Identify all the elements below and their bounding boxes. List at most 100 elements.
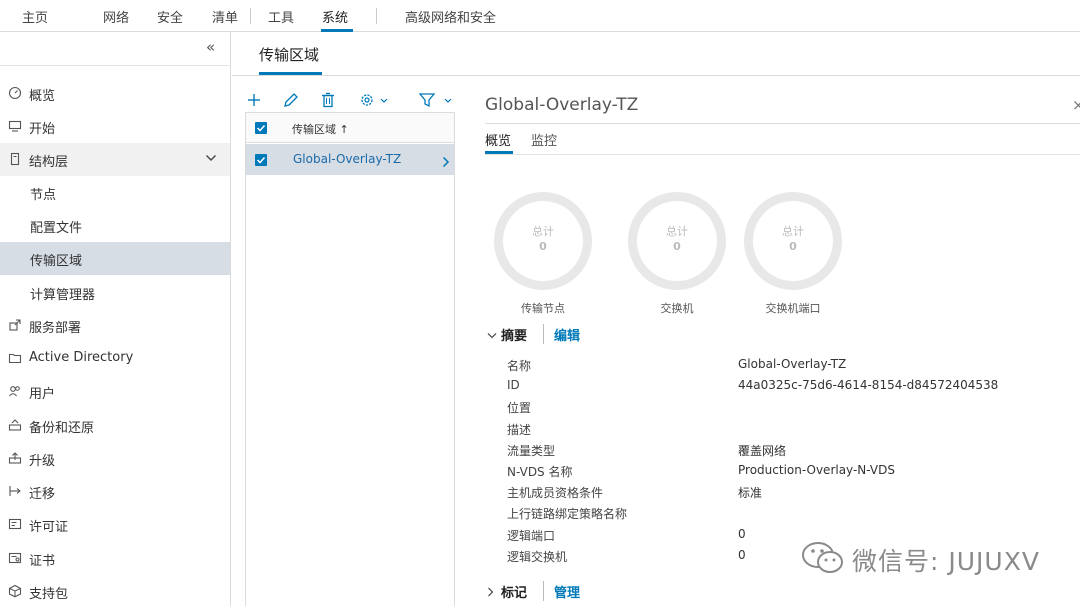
header-divider bbox=[232, 75, 1080, 76]
property-key: 流量类型 bbox=[507, 444, 556, 458]
detail-title: Global-Overlay-TZ bbox=[485, 95, 639, 115]
property-key: ID bbox=[507, 378, 520, 392]
property-value: 标准 bbox=[738, 486, 763, 500]
sidebar-item-overview[interactable]: 概览 bbox=[0, 77, 230, 110]
chevron-right-icon[interactable] bbox=[442, 153, 450, 172]
sidebar-item-getting-started[interactable]: 开始 bbox=[0, 110, 230, 143]
plus-icon[interactable] bbox=[245, 91, 263, 109]
close-icon[interactable]: × bbox=[1072, 96, 1080, 114]
sidebar-item-label: 升级 bbox=[29, 454, 56, 469]
tab-inventory[interactable]: 清单 bbox=[212, 7, 238, 26]
tab-home[interactable]: 主页 bbox=[22, 7, 48, 26]
property-key: 上行链路绑定策略名称 bbox=[507, 507, 628, 521]
sidebar-item-label: Active Directory bbox=[29, 350, 134, 365]
watermark-text: 微信号: JUJUXV bbox=[852, 547, 1040, 576]
donut-value: 0 bbox=[539, 240, 547, 253]
upgrade-icon bbox=[8, 451, 22, 465]
property-value: Production-Overlay-N-VDS bbox=[738, 463, 895, 477]
gear-icon[interactable] bbox=[358, 91, 392, 109]
sidebar-item-label: 备份和还原 bbox=[29, 421, 95, 436]
deploy-icon bbox=[8, 318, 22, 332]
sidebar-item-backup-restore[interactable]: 备份和还原 bbox=[0, 409, 230, 442]
server-icon bbox=[8, 152, 22, 166]
sidebar-item-label: 许可证 bbox=[29, 520, 69, 535]
sidebar-divider bbox=[0, 65, 230, 66]
tab-networking[interactable]: 网络 bbox=[103, 7, 129, 26]
certificate-icon bbox=[8, 551, 22, 565]
delete-icon[interactable] bbox=[319, 91, 337, 109]
sidebar-item-upgrade[interactable]: 升级 bbox=[0, 442, 230, 475]
edit-icon[interactable] bbox=[282, 91, 300, 109]
users-icon bbox=[8, 384, 22, 398]
manage-link[interactable]: 管理 bbox=[554, 582, 580, 601]
sidebar-item-label: 配置文件 bbox=[30, 221, 83, 236]
tab-tools[interactable]: 工具 bbox=[268, 7, 294, 26]
migrate-icon bbox=[8, 484, 22, 498]
sidebar-item-service-deployments[interactable]: 服务部署 bbox=[0, 309, 230, 342]
donut-value: 0 bbox=[789, 240, 797, 253]
sidebar-item-label: 计算管理器 bbox=[30, 288, 96, 303]
filter-icon[interactable] bbox=[418, 91, 454, 109]
edit-link[interactable]: 编辑 bbox=[554, 325, 580, 344]
section-divider bbox=[543, 581, 544, 601]
chevron-down-icon bbox=[487, 329, 501, 344]
select-all-checkbox[interactable] bbox=[255, 122, 267, 134]
donut-label: 总计 bbox=[666, 225, 688, 238]
nav-divider bbox=[250, 8, 251, 24]
sidebar-item-support-bundle[interactable]: 支持包 bbox=[0, 575, 230, 608]
sidebar-item-migrate[interactable]: 迁移 bbox=[0, 475, 230, 508]
double-chevron-left-icon[interactable]: « bbox=[206, 38, 215, 56]
tab-monitor[interactable]: 监控 bbox=[531, 130, 557, 149]
sidebar-item-label: 概览 bbox=[29, 89, 56, 104]
table-row[interactable]: Global-Overlay-TZ bbox=[246, 144, 454, 175]
property-key: 主机成员资格条件 bbox=[507, 486, 604, 500]
sidebar-item-profiles[interactable]: 配置文件 bbox=[0, 209, 230, 242]
detail-divider bbox=[485, 123, 1080, 124]
chevron-down-icon[interactable] bbox=[205, 152, 216, 162]
backup-icon bbox=[8, 418, 22, 432]
donut-value: 0 bbox=[673, 240, 681, 253]
sidebar-item-label: 用户 bbox=[29, 387, 56, 402]
sidebar-item-licenses[interactable]: 许可证 bbox=[0, 508, 230, 541]
donut-switches: 总计 0 bbox=[628, 192, 726, 290]
tags-section-toggle[interactable]: 标记 bbox=[487, 582, 527, 601]
property-value: 0 bbox=[738, 527, 746, 541]
tab-security[interactable]: 安全 bbox=[157, 7, 183, 26]
donut-transport-nodes: 总计 0 bbox=[494, 192, 592, 290]
row-name[interactable]: Global-Overlay-TZ bbox=[293, 152, 401, 166]
sidebar-item-nodes[interactable]: 节点 bbox=[0, 176, 230, 209]
nav-divider bbox=[376, 8, 377, 24]
sidebar-item-active-directory[interactable]: Active Directory bbox=[0, 342, 230, 375]
tab-system[interactable]: 系统 bbox=[322, 7, 348, 26]
sidebar-item-label: 节点 bbox=[30, 188, 57, 203]
sidebar-item-users[interactable]: 用户 bbox=[0, 375, 230, 408]
page-title: 传输区域 bbox=[259, 46, 320, 64]
monitor-icon bbox=[8, 119, 22, 133]
sidebar: « 概览 开始 结构层 节点 配置文件 传输区域 计算管理器 服务部署 Acti… bbox=[0, 32, 231, 606]
tab-overview[interactable]: 概览 bbox=[485, 130, 511, 149]
sidebar-item-label: 迁移 bbox=[29, 487, 56, 502]
summary-section-toggle[interactable]: 摘要 bbox=[487, 325, 527, 344]
summary-title: 摘要 bbox=[501, 329, 528, 344]
transport-zone-grid: 传输区域 ↑ Global-Overlay-TZ bbox=[245, 112, 455, 606]
sidebar-item-label: 传输区域 bbox=[30, 254, 83, 269]
sidebar-item-label: 结构层 bbox=[29, 155, 69, 170]
license-icon bbox=[8, 517, 22, 531]
property-key: N-VDS 名称 bbox=[507, 465, 573, 479]
property-key: 逻辑交换机 bbox=[507, 550, 568, 564]
row-checkbox[interactable] bbox=[255, 154, 267, 166]
sidebar-item-compute-managers[interactable]: 计算管理器 bbox=[0, 276, 230, 309]
column-header-transport-zone[interactable]: 传输区域 ↑ bbox=[292, 121, 349, 137]
donut-label: 总计 bbox=[782, 225, 804, 238]
sidebar-item-label: 支持包 bbox=[29, 587, 69, 602]
chevron-right-icon bbox=[487, 586, 501, 601]
active-tab-indicator bbox=[321, 29, 353, 32]
sidebar-item-fabric[interactable]: 结构层 bbox=[0, 143, 230, 176]
sidebar-item-certificates[interactable]: 证书 bbox=[0, 542, 230, 575]
sidebar-item-transport-zones[interactable]: 传输区域 bbox=[0, 242, 230, 275]
donut-caption: 传输节点 bbox=[521, 302, 565, 315]
tab-advanced-networking-security[interactable]: 高级网络和安全 bbox=[405, 7, 496, 26]
sidebar-item-label: 服务部署 bbox=[29, 321, 82, 336]
donut-switch-ports: 总计 0 bbox=[744, 192, 842, 290]
property-value: 44a0325c-75d6-4614-8154-d84572404538 bbox=[738, 378, 999, 392]
